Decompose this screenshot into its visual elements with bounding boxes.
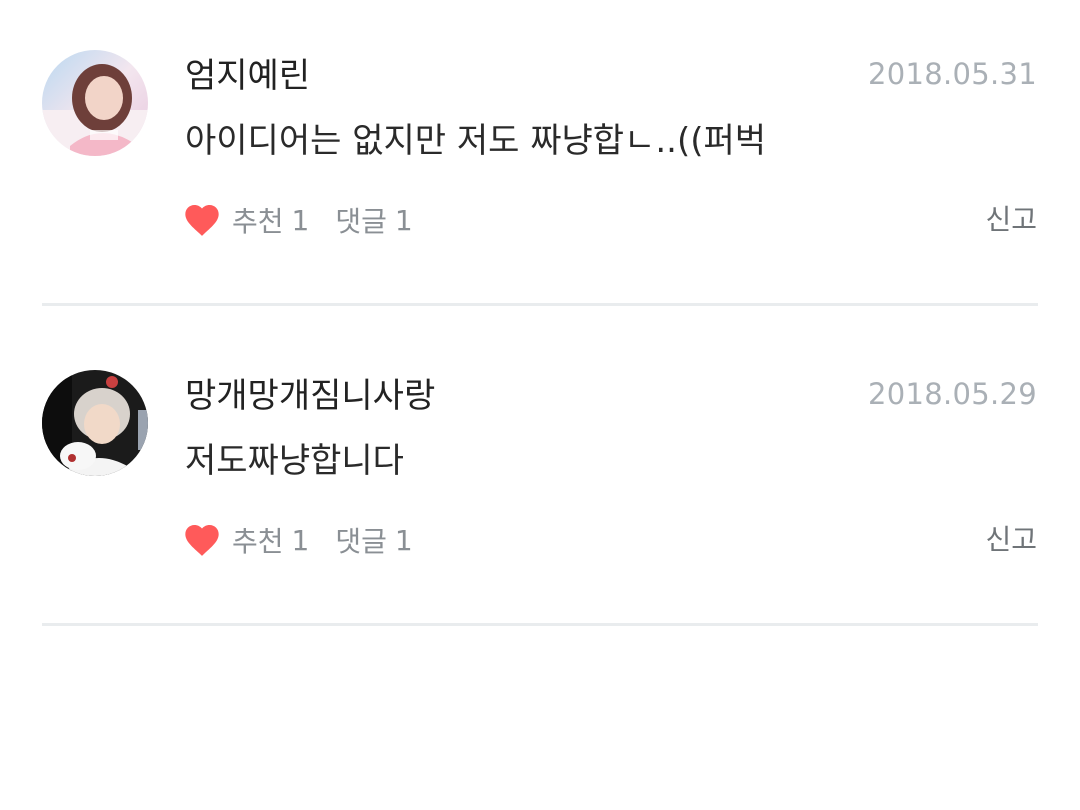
- report-button[interactable]: 신고: [985, 518, 1037, 562]
- like-count: 1: [291, 203, 310, 237]
- comment-text: 아이디어는 없지만 저도 짜냥합ㄴ..((퍼벅: [185, 121, 767, 161]
- avatar[interactable]: [42, 370, 148, 476]
- avatar[interactable]: [42, 50, 148, 156]
- divider: [42, 303, 1038, 306]
- reply-label: 댓글: [335, 525, 387, 558]
- comment-actions: 추천 1 댓글 1: [182, 518, 413, 562]
- divider: [42, 623, 1038, 626]
- report-button[interactable]: 신고: [985, 198, 1037, 242]
- comment-item: 엄지예린 2018.05.31 아이디어는 없지만 저도 짜냥합ㄴ..((퍼벅 …: [0, 0, 1080, 300]
- like-count: 1: [291, 523, 310, 557]
- reply-count: 1: [394, 523, 413, 557]
- reply-count: 1: [394, 203, 413, 237]
- reply-button[interactable]: 댓글 1: [335, 520, 412, 560]
- comment-date: 2018.05.29: [867, 377, 1037, 411]
- avatar-image: [42, 370, 148, 476]
- heart-icon: [185, 525, 219, 556]
- comment-text: 저도짜냥합니다: [185, 441, 404, 481]
- nickname[interactable]: 엄지예린: [185, 56, 310, 96]
- nickname[interactable]: 망개망개짐니사랑: [185, 376, 435, 416]
- avatar-image: [42, 50, 148, 156]
- comment-item: 망개망개짐니사랑 2018.05.29 저도짜냥합니다 추천 1 댓글 1 신고: [0, 320, 1080, 620]
- heart-icon: [185, 205, 219, 236]
- like-button[interactable]: 추천 1: [182, 200, 309, 240]
- like-label: 추천: [232, 525, 284, 558]
- like-button[interactable]: 추천 1: [182, 520, 309, 560]
- reply-label: 댓글: [335, 205, 387, 238]
- comment-actions: 추천 1 댓글 1: [182, 198, 413, 242]
- reply-button[interactable]: 댓글 1: [335, 200, 412, 240]
- like-label: 추천: [232, 205, 284, 238]
- comment-date: 2018.05.31: [867, 57, 1037, 91]
